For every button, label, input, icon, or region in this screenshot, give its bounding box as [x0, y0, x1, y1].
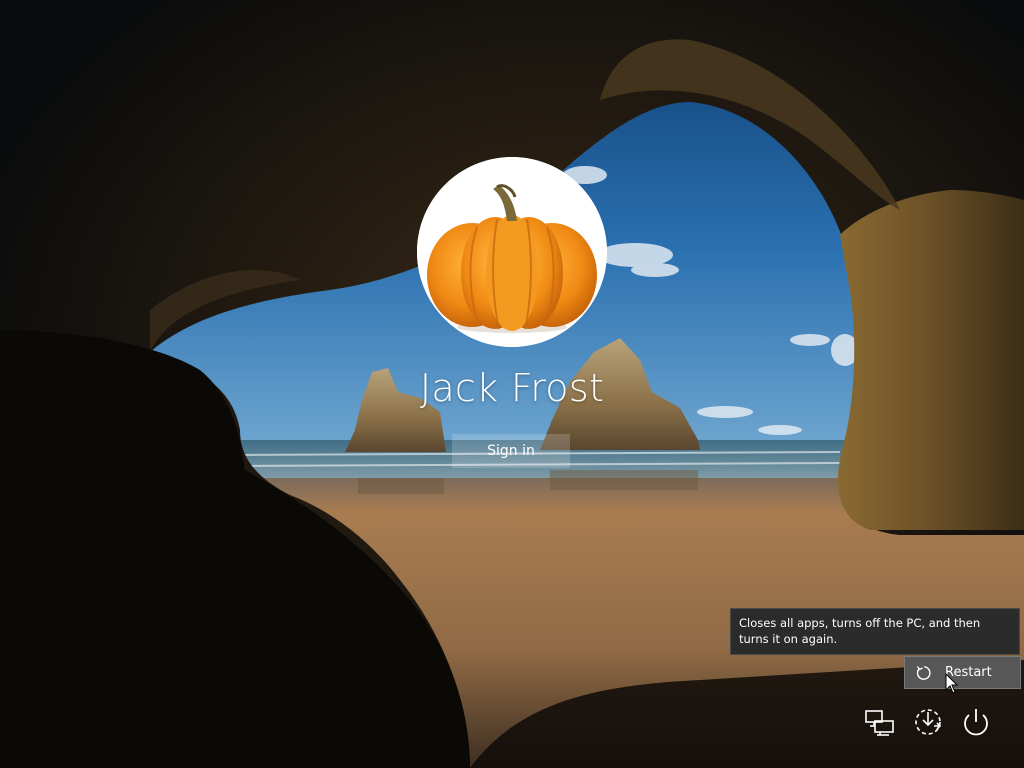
network-button[interactable]: [862, 704, 898, 740]
sign-in-button[interactable]: Sign in: [452, 434, 570, 468]
lock-screen: Jack Frost Sign in Closes all apps, turn…: [0, 0, 1024, 768]
ease-of-access-icon: [915, 709, 942, 735]
network-icon: [865, 710, 894, 736]
pumpkin-icon: [417, 157, 607, 347]
user-name: Jack Frost: [419, 366, 605, 410]
user-avatar: [417, 157, 607, 347]
restart-menu-item[interactable]: Restart: [904, 656, 1021, 689]
restart-label: Restart: [945, 665, 992, 680]
restart-icon: [916, 666, 931, 680]
ease-of-access-button[interactable]: [910, 704, 946, 740]
power-icon: [964, 709, 988, 736]
restart-tooltip: Closes all apps, turns off the PC, and t…: [730, 608, 1020, 655]
power-button[interactable]: [958, 704, 994, 740]
